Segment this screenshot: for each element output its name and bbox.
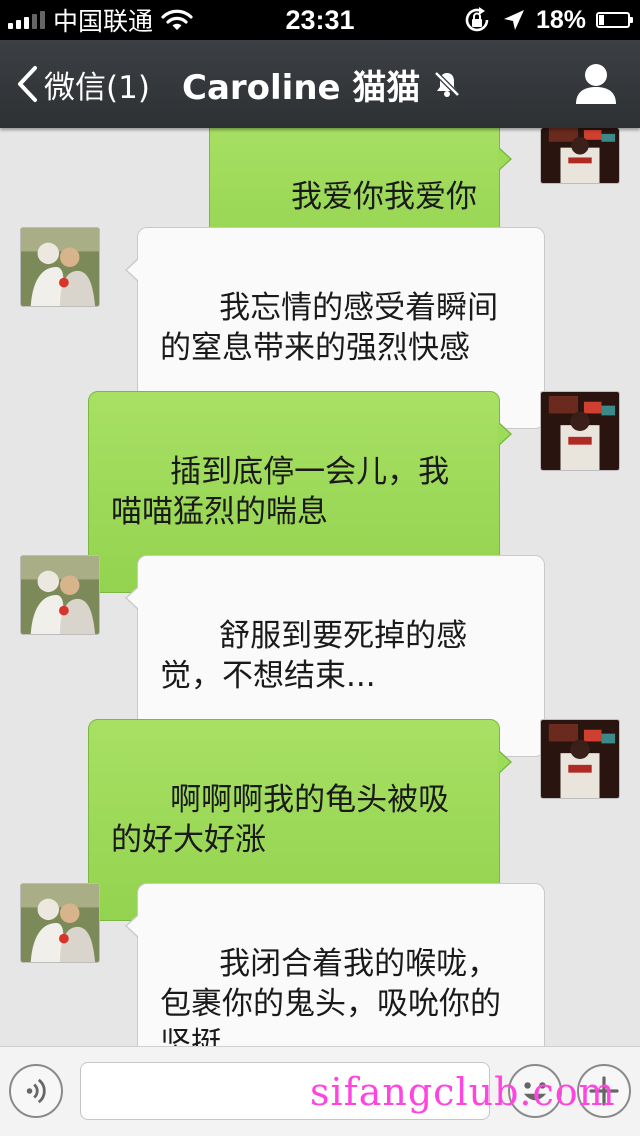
more-button[interactable] (577, 1064, 631, 1118)
battery-icon (596, 12, 633, 28)
message-bubble-received[interactable]: 我闭合着我的喉咙，包裹你的鬼头，吸吮你的坚挺... (125, 883, 545, 1046)
avatar-photo-icon (541, 720, 619, 798)
avatar-photo-icon (21, 556, 99, 634)
back-chevron-icon (18, 66, 37, 102)
location-icon (503, 10, 524, 30)
nav-bar: 微信(1) Caroline 猫猫 (0, 40, 640, 128)
rotation-lock-icon (465, 7, 489, 32)
message-text: 舒服到要死掉的感觉，不想结束... (160, 618, 468, 694)
my-avatar[interactable] (540, 719, 620, 799)
voice-button[interactable] (9, 1064, 63, 1118)
profile-icon (576, 64, 616, 104)
avatar-photo-icon (21, 228, 99, 306)
avatar-photo-icon (21, 884, 99, 962)
emoji-icon (523, 1082, 547, 1101)
status-bar: 中国联通 23:31 18% (0, 0, 640, 40)
message-input[interactable] (80, 1062, 490, 1120)
voice-icon (26, 1078, 46, 1104)
avatar-photo-icon (541, 392, 619, 470)
my-avatar[interactable] (540, 128, 620, 184)
message-text: 啊啊啊我的龟头被吸的好大好涨 (111, 782, 450, 858)
emoji-button[interactable] (508, 1064, 562, 1118)
wechat-chat-screen: 中国联通 23:31 18% 微信(1) Caroline 猫猫 我爱你我爱你 … (0, 0, 640, 1136)
chat-title: Caroline 猫猫 (182, 40, 462, 128)
input-bar (0, 1046, 640, 1136)
contact-avatar[interactable] (20, 883, 100, 963)
back-label: 微信(1) (44, 69, 150, 106)
plus-icon (589, 1076, 619, 1106)
battery-percent: 18% (535, 5, 586, 34)
chat-area[interactable]: 我爱你我爱你 我忘情的感受着瞬间的窒息带来的强烈快感 插到底停一会儿，我喵喵猛烈… (0, 128, 640, 1046)
profile-button[interactable] (570, 58, 622, 110)
status-right: 18% (462, 0, 633, 40)
mute-bell-icon (434, 71, 461, 97)
message-text: 我爱你我爱你 (291, 179, 477, 215)
my-avatar[interactable] (540, 391, 620, 471)
message-text: 我闭合着我的喉咙，包裹你的鬼头，吸吮你的坚挺... (160, 946, 501, 1046)
message-text: 我忘情的感受着瞬间的窒息带来的强烈快感 (160, 290, 499, 366)
contact-name: Caroline 猫猫 (182, 67, 421, 108)
contact-avatar[interactable] (20, 227, 100, 307)
contact-avatar[interactable] (20, 555, 100, 635)
battery-fill (599, 15, 604, 25)
back-button[interactable]: 微信(1) (14, 40, 150, 128)
avatar-photo-icon (541, 128, 619, 183)
message-text: 插到底停一会儿，我喵喵猛烈的喘息 (111, 454, 450, 530)
